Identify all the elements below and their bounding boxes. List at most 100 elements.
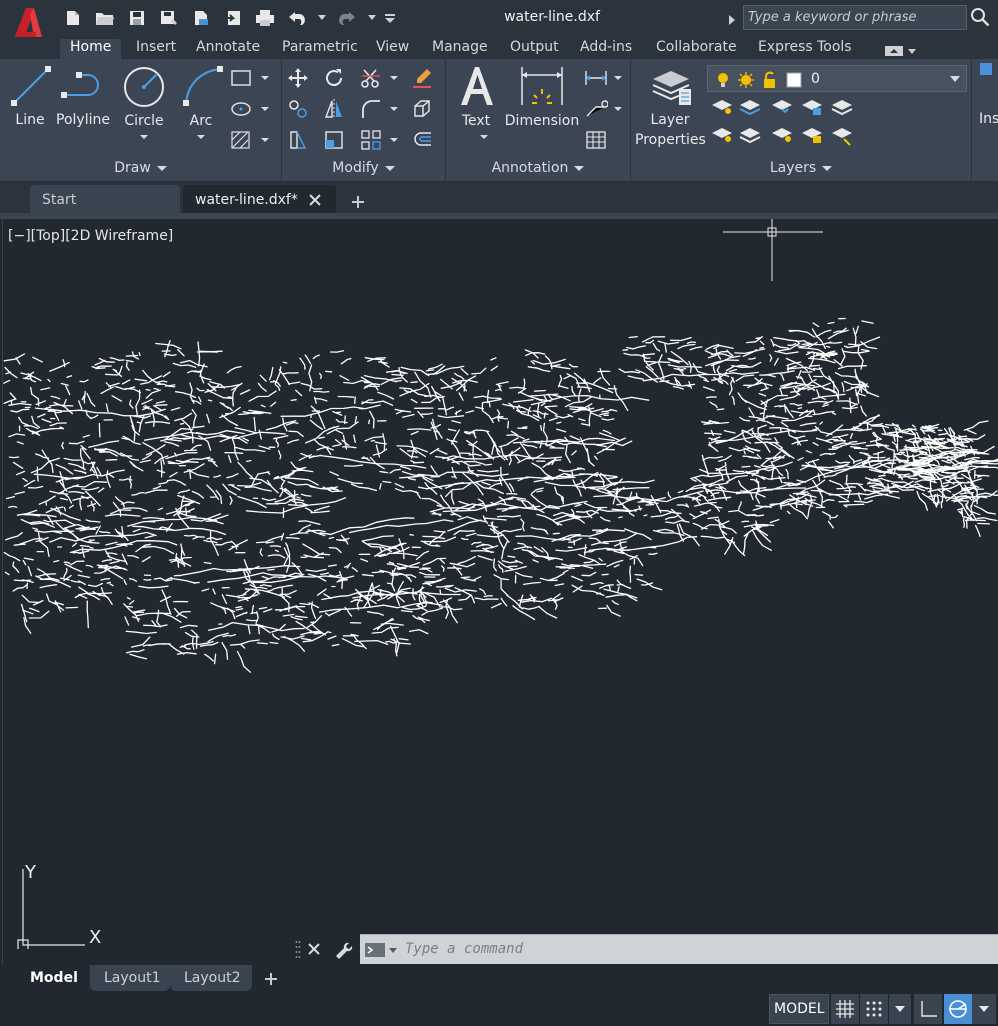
snap-dropdown-icon[interactable]: [889, 994, 911, 1024]
open-web-icon[interactable]: [188, 7, 214, 29]
command-prompt-icon[interactable]: [364, 942, 398, 958]
tab-annotate[interactable]: Annotate: [196, 39, 260, 59]
model-space-button[interactable]: MODEL: [769, 994, 829, 1024]
polar-dropdown-icon[interactable]: [972, 994, 996, 1024]
leader-icon[interactable]: [583, 96, 609, 122]
ortho-icon[interactable]: [914, 994, 942, 1024]
polyline-button[interactable]: Polyline: [54, 59, 112, 151]
annotation-panel-title[interactable]: Annotation: [446, 160, 630, 180]
fillet-icon[interactable]: [358, 96, 384, 122]
redo-icon[interactable]: [334, 7, 360, 29]
polar-tracking-icon[interactable]: [944, 994, 972, 1024]
ellipse-icon[interactable]: [228, 96, 254, 122]
table-icon[interactable]: [583, 127, 609, 153]
arc-dropdown-icon[interactable]: [197, 135, 205, 139]
tab-home[interactable]: Home: [60, 39, 122, 59]
rectangle-icon[interactable]: [228, 65, 254, 91]
plot-icon[interactable]: [252, 7, 278, 29]
command-line-tools: [293, 934, 360, 964]
draw-panel-title-text: Draw: [114, 160, 151, 176]
save-as-icon[interactable]: [156, 7, 182, 29]
redo-dropdown-icon[interactable]: [366, 7, 378, 29]
close-icon[interactable]: [307, 192, 323, 208]
tab-collaborate[interactable]: Collaborate: [656, 39, 737, 59]
tab-insert[interactable]: Insert: [136, 39, 176, 59]
wrench-icon[interactable]: [333, 939, 353, 959]
view-controls[interactable]: [−][Top][2D Wireframe]: [8, 228, 173, 244]
command-close-icon[interactable]: [307, 942, 321, 956]
mirror-icon[interactable]: [321, 96, 347, 122]
layout-tab-bar: Model Layout1 Layout2: [0, 964, 998, 992]
tab-output[interactable]: Output: [510, 39, 559, 59]
rectangle-dropdown-icon[interactable]: [261, 76, 269, 80]
customize-icon[interactable]: [384, 7, 396, 29]
chevron-right-icon[interactable]: [728, 11, 736, 30]
annotation-panel-title-text: Annotation: [491, 160, 569, 176]
draw-panel-title[interactable]: Draw: [0, 160, 281, 180]
circle-dropdown-icon[interactable]: [140, 135, 148, 139]
new-tab-icon[interactable]: [347, 191, 369, 213]
ellipse-dropdown-icon[interactable]: [261, 107, 269, 111]
snap-mode-icon[interactable]: [860, 994, 888, 1024]
dimension-button[interactable]: Dimension: [502, 59, 582, 151]
command-line: [360, 934, 998, 964]
explode-icon[interactable]: [409, 96, 435, 122]
chevron-down-icon: [950, 76, 960, 82]
text-dropdown-icon[interactable]: [480, 135, 488, 139]
trim-dropdown-icon[interactable]: [390, 76, 398, 80]
tab-express-tools[interactable]: Express Tools: [758, 39, 852, 59]
modify-panel-title[interactable]: Modify: [282, 160, 445, 180]
save-icon[interactable]: [124, 7, 150, 29]
insert-label[interactable]: Ins: [979, 111, 998, 127]
hatch-dropdown-icon[interactable]: [261, 138, 269, 142]
drawing-viewport[interactable]: [−][Top][2D Wireframe] Y X: [2, 219, 998, 964]
undo-icon[interactable]: [284, 7, 310, 29]
layer-tools: [710, 97, 860, 157]
ribbon: Line Polyline Circle Arc Draw Modify Tex…: [0, 59, 998, 182]
layout-tab-layout1[interactable]: Layout1: [90, 965, 170, 991]
search-icon[interactable]: [970, 7, 992, 29]
leader-dropdown-icon[interactable]: [614, 107, 622, 111]
erase-icon[interactable]: [409, 65, 435, 91]
layers-panel-title[interactable]: Layers: [631, 160, 971, 180]
array-icon[interactable]: [358, 127, 384, 153]
arc-button[interactable]: Arc: [176, 59, 226, 151]
layout-tab-layout2[interactable]: Layout2: [170, 965, 252, 991]
stretch-icon[interactable]: [285, 127, 311, 153]
search-input[interactable]: Type a keyword or phrase: [743, 5, 967, 30]
tab-parametric[interactable]: Parametric: [282, 39, 358, 59]
layout-tab-model[interactable]: Model: [16, 965, 90, 991]
water-line-drawing: [3, 317, 998, 673]
trim-icon[interactable]: [358, 65, 384, 91]
text-button[interactable]: Text: [454, 59, 498, 151]
layer-dropdown[interactable]: 0: [707, 65, 967, 92]
hatch-icon[interactable]: [228, 127, 254, 153]
line-button[interactable]: Line: [6, 59, 54, 151]
command-input[interactable]: [405, 941, 945, 957]
new-layout-icon[interactable]: [260, 968, 282, 990]
undo-dropdown-icon[interactable]: [316, 7, 328, 29]
tab-view[interactable]: View: [376, 39, 409, 59]
ucs-y-label: Y: [25, 862, 36, 883]
open-icon[interactable]: [92, 7, 118, 29]
layer-properties-button[interactable]: Layer Properties: [635, 59, 706, 151]
grid-icon[interactable]: [831, 994, 859, 1024]
tab-add-ins[interactable]: Add-ins: [580, 39, 632, 59]
drag-handle-icon[interactable]: [295, 940, 301, 960]
status-bar: MODEL: [0, 992, 998, 1026]
file-tab-start[interactable]: Start: [30, 185, 180, 215]
linear-dropdown-icon[interactable]: [614, 76, 622, 80]
insert-block-icon[interactable]: [980, 63, 992, 75]
new-icon[interactable]: [60, 7, 86, 29]
copy-icon[interactable]: [285, 96, 311, 122]
linear-dimension-icon[interactable]: [583, 65, 609, 91]
fillet-dropdown-icon[interactable]: [390, 107, 398, 111]
rotate-icon[interactable]: [321, 65, 347, 91]
scale-icon[interactable]: [321, 127, 347, 153]
array-dropdown-icon[interactable]: [390, 138, 398, 142]
circle-button[interactable]: Circle: [116, 59, 172, 151]
move-icon[interactable]: [285, 65, 311, 91]
tab-manage[interactable]: Manage: [432, 39, 488, 59]
save-web-icon[interactable]: [220, 7, 246, 29]
offset-icon[interactable]: [409, 127, 435, 153]
